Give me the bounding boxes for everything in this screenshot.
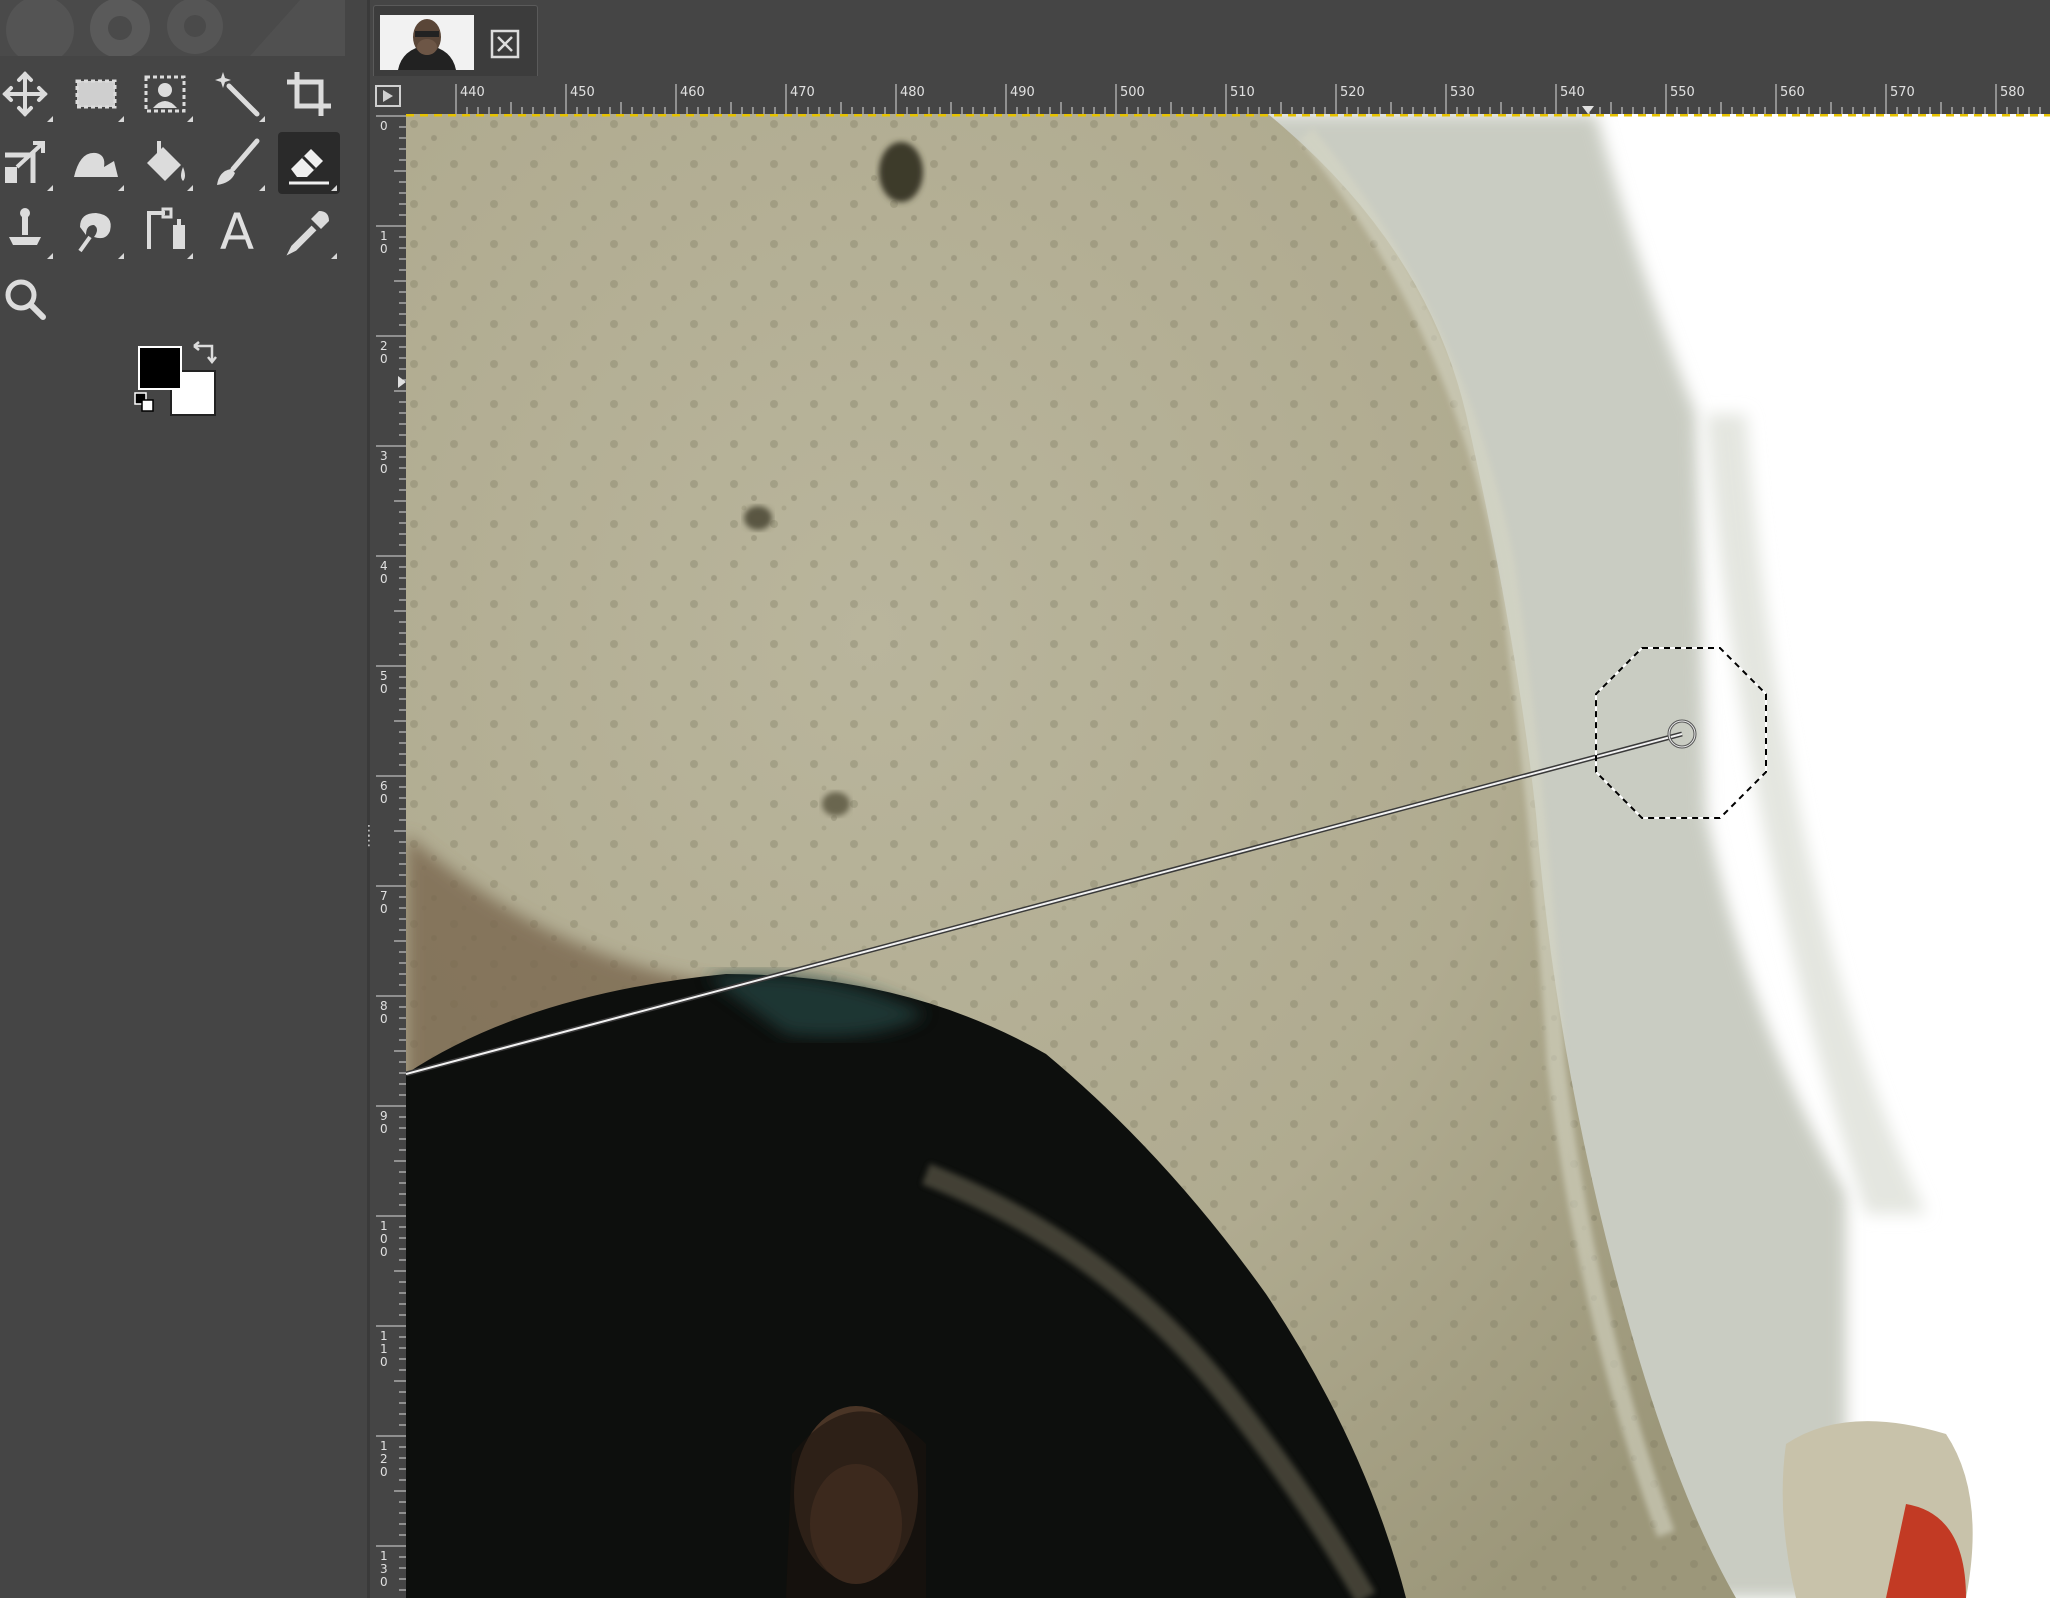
swap-colors-icon[interactable] <box>192 340 220 366</box>
zoom-icon <box>5 279 46 320</box>
paths-tool[interactable] <box>134 200 196 262</box>
wilber-banner <box>0 0 345 56</box>
ruler-label: 470 <box>790 85 815 100</box>
ruler-label: 130 <box>380 1549 388 1589</box>
color-picker-tool[interactable] <box>278 200 340 262</box>
toolbox: A <box>0 0 367 1598</box>
ruler-label: 500 <box>1120 85 1145 100</box>
paintbrush-tool[interactable] <box>206 132 268 194</box>
warp-icon <box>74 152 118 177</box>
ruler-label: 70 <box>380 889 388 916</box>
portrait-thumbnail <box>380 15 474 70</box>
move-icon <box>2 71 48 117</box>
ruler-label: 570 <box>1890 85 1915 100</box>
foreground-select-icon <box>144 75 186 113</box>
ruler-label: 20 <box>380 339 388 366</box>
ruler-label: 460 <box>680 85 705 100</box>
paintbrush-icon <box>217 138 260 185</box>
clone-tool[interactable] <box>0 200 56 262</box>
rect-select-icon <box>75 79 117 109</box>
reset-colors-icon[interactable] <box>134 392 156 414</box>
foreground-select-tool[interactable] <box>134 63 196 125</box>
ruler-label: 10 <box>380 229 388 256</box>
ruler-label: 490 <box>1010 85 1035 100</box>
fg-bg-colors <box>134 340 234 430</box>
image-canvas[interactable] <box>406 114 2050 1598</box>
smudge-tool[interactable] <box>65 200 127 262</box>
text-icon: A <box>220 205 254 257</box>
ruler-label: 40 <box>380 559 388 586</box>
ruler-label: 480 <box>900 85 925 100</box>
crop-tool[interactable] <box>278 63 340 125</box>
rect-select-tool[interactable] <box>65 63 127 125</box>
image-tab[interactable] <box>373 5 538 76</box>
ruler-label: 580 <box>2000 85 2025 100</box>
ruler-label: 550 <box>1670 85 1695 100</box>
smudge-icon <box>78 213 111 253</box>
zoom-tool[interactable] <box>0 268 56 330</box>
bucket-fill-tool[interactable] <box>134 132 196 194</box>
ruler-label: 110 <box>380 1329 388 1369</box>
ruler-label: 440 <box>460 85 485 100</box>
ruler-label: 90 <box>380 1109 388 1136</box>
ruler-pointer-marker <box>1582 106 1594 114</box>
foreground-color-swatch[interactable] <box>138 346 182 390</box>
warp-transform-tool[interactable] <box>65 132 127 194</box>
transform-icon <box>5 141 45 183</box>
image-tab-bar <box>370 0 2050 78</box>
clone-stamp-icon <box>9 208 41 245</box>
text-tool[interactable]: A <box>206 200 268 262</box>
paths-icon <box>147 207 185 249</box>
ruler-label: 0 <box>380 119 388 133</box>
eraser-icon <box>289 149 329 185</box>
ruler-label: 80 <box>380 999 388 1026</box>
ruler-label: 560 <box>1780 85 1805 100</box>
ruler-label: 100 <box>380 1219 388 1259</box>
ruler-label: 520 <box>1340 85 1365 100</box>
fuzzy-select-tool[interactable] <box>206 63 268 125</box>
ruler-pointer-marker <box>398 376 406 388</box>
eraser-tool[interactable] <box>278 132 340 194</box>
bucket-fill-icon <box>147 141 185 181</box>
ruler-label: 120 <box>380 1439 388 1479</box>
magic-wand-icon <box>215 72 260 117</box>
vertical-ruler[interactable]: 0 10 20 30 40 50 60 70 80 90 100 110 120 130 <box>370 114 406 1598</box>
color-picker-icon <box>286 211 329 256</box>
ruler-label: 30 <box>380 449 388 476</box>
unified-transform-tool[interactable] <box>0 132 56 194</box>
ruler-label: 50 <box>380 669 388 696</box>
move-tool[interactable] <box>0 63 56 125</box>
close-icon[interactable] <box>490 29 520 59</box>
ruler-label: 510 <box>1230 85 1255 100</box>
horizontal-ruler[interactable]: 440 450 460 470 480 490 500 510 520 530 540 550 560 5… <box>406 78 2050 114</box>
ruler-label: 60 <box>380 779 388 806</box>
ruler-corner-button[interactable] <box>370 78 406 114</box>
ruler-label: 530 <box>1450 85 1475 100</box>
svg-text:A: A <box>220 205 254 257</box>
ruler-label: 450 <box>570 85 595 100</box>
ruler-label: 540 <box>1560 85 1585 100</box>
crop-icon <box>287 72 331 116</box>
